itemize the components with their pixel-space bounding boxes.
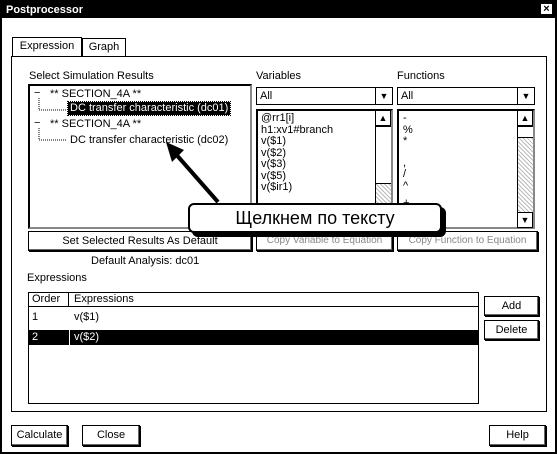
tab-graph[interactable]: Graph: [82, 38, 126, 57]
variable-item[interactable]: v($3): [261, 158, 333, 171]
scroll-up-icon[interactable]: ▲: [517, 110, 533, 126]
delete-button[interactable]: Delete: [484, 320, 539, 340]
chevron-down-icon[interactable]: ▼: [517, 88, 534, 104]
copy-variable-button[interactable]: Copy Variable to Equation: [256, 231, 393, 251]
default-analysis-text: Default Analysis: dc01: [91, 255, 200, 267]
chevron-down-icon[interactable]: ▼: [375, 88, 392, 104]
close-window-button[interactable]: ×: [540, 3, 553, 15]
row-order: 1: [32, 311, 39, 323]
calculate-button[interactable]: Calculate: [11, 425, 68, 446]
table-row[interactable]: 1 v($1): [29, 310, 478, 324]
expressions-label: Expressions: [27, 272, 87, 284]
variables-filter[interactable]: All ▼: [256, 87, 393, 105]
callout-text: Щелкнем по тексту: [235, 208, 395, 228]
variables-label: Variables: [256, 70, 302, 82]
copy-function-button[interactable]: Copy Function to Equation: [397, 231, 538, 251]
callout-arrow: [166, 142, 220, 204]
function-item[interactable]: /: [403, 168, 413, 181]
variable-item[interactable]: @rr1[i]: [261, 112, 333, 125]
row-expression: v($1): [74, 311, 100, 323]
table-row-selected[interactable]: 2 v($2): [29, 330, 478, 345]
functions-filter-value: All: [401, 90, 414, 102]
help-button[interactable]: Help: [489, 425, 546, 446]
annotation-callout: Щелкнем по тексту: [188, 203, 442, 233]
function-item[interactable]: ^: [403, 180, 413, 193]
scroll-thumb[interactable]: [518, 126, 533, 138]
table-header: Order Expressions: [29, 293, 478, 307]
row-expression: v($2): [74, 331, 100, 343]
variable-item[interactable]: v($ir1): [261, 181, 333, 194]
scroll-down-icon[interactable]: ▼: [517, 212, 533, 228]
functions-scrollbar[interactable]: ▲ ▼: [517, 110, 533, 228]
tab-expression[interactable]: Expression: [12, 37, 82, 57]
variables-filter-value: All: [260, 90, 273, 102]
column-header-order[interactable]: Order: [29, 293, 69, 307]
title-bar: Postprocessor: [2, 2, 555, 18]
results-label: Select Simulation Results: [29, 70, 154, 82]
tab-graph-label: Graph: [88, 41, 120, 53]
scroll-thumb[interactable]: [376, 126, 391, 184]
column-header-expressions[interactable]: Expressions: [69, 293, 477, 307]
functions-filter[interactable]: All ▼: [397, 87, 535, 105]
scroll-up-icon[interactable]: ▲: [375, 110, 391, 126]
variable-item[interactable]: v($1): [261, 135, 333, 148]
window-title: Postprocessor: [6, 4, 84, 16]
row-order: 2: [32, 331, 39, 343]
function-item[interactable]: -: [403, 112, 413, 125]
close-button[interactable]: Close: [82, 425, 140, 446]
expressions-table[interactable]: Order Expressions 1 v($1) 2 v($2): [28, 292, 479, 404]
function-item[interactable]: *: [403, 135, 413, 148]
tab-expression-label: Expression: [19, 40, 75, 52]
functions-label: Functions: [397, 70, 445, 82]
add-button[interactable]: Add: [484, 296, 539, 316]
set-default-results-button[interactable]: Set Selected Results As Default: [28, 231, 252, 251]
